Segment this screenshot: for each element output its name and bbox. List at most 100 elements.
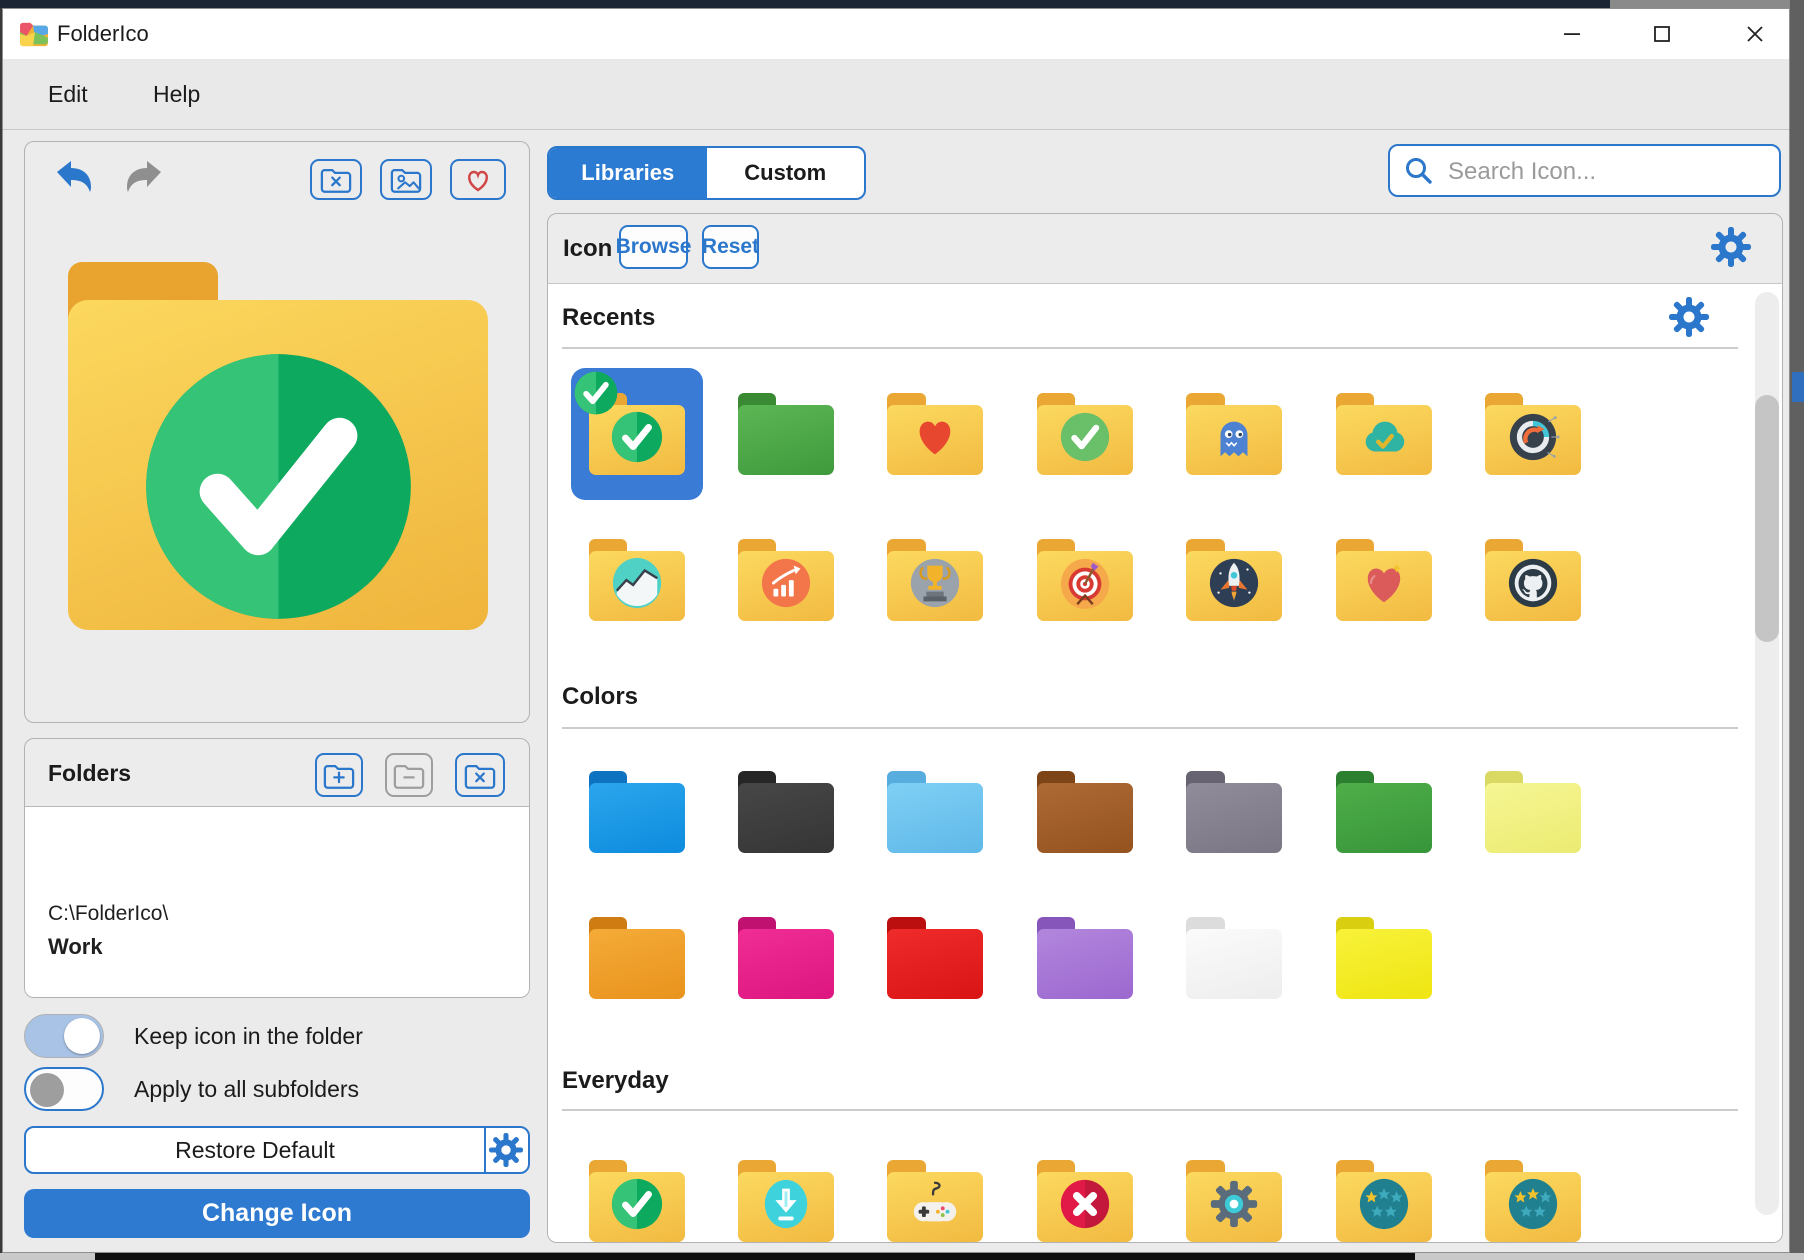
apply-subfolders-toggle[interactable] [24, 1067, 104, 1111]
search-box [1388, 144, 1781, 197]
section-gear-icon[interactable] [1669, 297, 1709, 342]
library-tabs: Libraries Custom [547, 146, 866, 200]
icon-library-panel: Icon Browse Reset RecentsColorsEveryday [547, 213, 1783, 1243]
folder-body [1186, 783, 1282, 853]
icon-folder-stocks[interactable] [589, 539, 685, 621]
change-icon-button[interactable]: Change Icon [24, 1189, 530, 1238]
icon-folder-rating-2star[interactable] [1485, 1160, 1581, 1242]
search-input[interactable] [1446, 150, 1770, 193]
icon-folder-cloud[interactable] [1336, 393, 1432, 475]
window-title: FolderIco [57, 9, 149, 59]
folder-body [1336, 783, 1432, 853]
icon-folder-orange[interactable] [589, 917, 685, 999]
search-icon [1404, 156, 1434, 191]
icon-folder-target[interactable] [1037, 539, 1133, 621]
restore-gear-icon[interactable] [489, 1133, 523, 1172]
option-apply-subfolders: Apply to all subfolders [24, 1067, 530, 1111]
icon-folder-pink[interactable] [738, 917, 834, 999]
folders-header: Folders [25, 739, 529, 807]
close-button[interactable] [1732, 11, 1778, 57]
clear-folders-button[interactable] [455, 753, 505, 797]
icon-folder-rocket[interactable] [1186, 539, 1282, 621]
restore-default-button[interactable]: Restore Default [24, 1126, 530, 1174]
remove-folder-icon-button[interactable] [310, 159, 362, 200]
icon-folder-white[interactable] [1186, 917, 1282, 999]
icon-folder-green-solid[interactable] [1336, 771, 1432, 853]
folder-github-badge-icon [1506, 556, 1560, 610]
undo-button[interactable] [51, 157, 98, 197]
folder-body [738, 929, 834, 999]
folder-body [589, 929, 685, 999]
folder-heart-badge-icon [908, 410, 962, 464]
icon-folder-pale-yellow[interactable] [1485, 771, 1581, 853]
toggle-knob [30, 1073, 64, 1107]
folder-body [1485, 783, 1581, 853]
icon-folder-green[interactable] [738, 393, 834, 475]
icon-folder-download[interactable] [738, 1160, 834, 1242]
folder-body [738, 783, 834, 853]
folder-name[interactable]: Work [48, 934, 103, 960]
icon-folder-heart-2[interactable] [1336, 539, 1432, 621]
section-divider [562, 1109, 1738, 1111]
reset-button[interactable]: Reset [702, 225, 759, 269]
keep-icon-label: Keep icon in the folder [134, 1014, 363, 1058]
icon-grid: RecentsColorsEveryday [548, 284, 1782, 1243]
redo-button[interactable] [120, 157, 165, 197]
restore-divider [484, 1128, 486, 1172]
tab-libraries[interactable]: Libraries [549, 148, 707, 198]
menu-bar: Edit Help [3, 59, 1789, 130]
icon-folder-blue[interactable] [589, 771, 685, 853]
folder-body [887, 929, 983, 999]
icon-folder-brown[interactable] [1037, 771, 1133, 853]
icon-folder-github[interactable] [1485, 539, 1581, 621]
maximize-button[interactable] [1639, 11, 1685, 57]
section-title-recents: Recents [562, 303, 655, 333]
icon-folder-heart[interactable] [887, 393, 983, 475]
icon-folder-purple[interactable] [1037, 917, 1133, 999]
tab-custom[interactable]: Custom [707, 148, 865, 198]
icon-folder-check-2[interactable] [589, 1160, 685, 1242]
folder-body [1037, 929, 1133, 999]
menu-help[interactable]: Help [153, 59, 200, 129]
keep-icon-toggle[interactable] [24, 1014, 104, 1058]
icon-folder-games[interactable] [887, 1160, 983, 1242]
folder-path[interactable]: C:\FolderIco\ [48, 902, 168, 926]
remove-folder-button[interactable] [385, 753, 433, 797]
icon-folder-black[interactable] [738, 771, 834, 853]
desktop-edge-top-right [1610, 0, 1804, 8]
desktop-edge-top [0, 0, 1804, 8]
selected-check-badge-icon [573, 370, 619, 416]
option-keep-icon: Keep icon in the folder [24, 1014, 530, 1058]
favorites-icon-button[interactable] [450, 159, 506, 200]
icon-folder-growth[interactable] [738, 539, 834, 621]
screen: FolderIco Edit Help [0, 0, 1804, 1260]
app-window: FolderIco Edit Help [2, 8, 1790, 1253]
icon-folder-gray[interactable] [1186, 771, 1282, 853]
icon-folder-trophy[interactable] [887, 539, 983, 621]
icon-folder-red[interactable] [887, 917, 983, 999]
apply-subfolders-label: Apply to all subfolders [134, 1067, 359, 1111]
browse-button[interactable]: Browse [619, 225, 688, 269]
preview-panel [24, 141, 530, 723]
icon-folder-light-blue[interactable] [887, 771, 983, 853]
folder-check-light-badge-icon [1058, 410, 1112, 464]
folder-rocket-badge-icon [1207, 556, 1261, 610]
menu-edit[interactable]: Edit [48, 59, 88, 129]
add-folder-button[interactable] [315, 753, 363, 797]
folder-download-badge-icon [759, 1177, 813, 1231]
icon-folder-activity-donut[interactable] [1485, 393, 1581, 475]
icon-settings-gear-icon[interactable] [1711, 227, 1751, 272]
minimize-button[interactable] [1549, 11, 1595, 57]
icon-folder-check-selected[interactable] [571, 368, 703, 500]
folder-check-selected-badge-icon [610, 410, 664, 464]
icon-folder-cross[interactable] [1037, 1160, 1133, 1242]
icon-folder-yellow[interactable] [1336, 917, 1432, 999]
icon-folder-check-light[interactable] [1037, 393, 1133, 475]
folder-target-badge-icon [1058, 556, 1112, 610]
scrollbar-thumb[interactable] [1755, 395, 1779, 642]
image-icon-button[interactable] [380, 159, 432, 200]
icon-folder-rating-1star[interactable] [1336, 1160, 1432, 1242]
icon-folder-settings[interactable] [1186, 1160, 1282, 1242]
icon-folder-ghost[interactable] [1186, 393, 1282, 475]
desktop-edge-bottom-bar [95, 1253, 1415, 1260]
